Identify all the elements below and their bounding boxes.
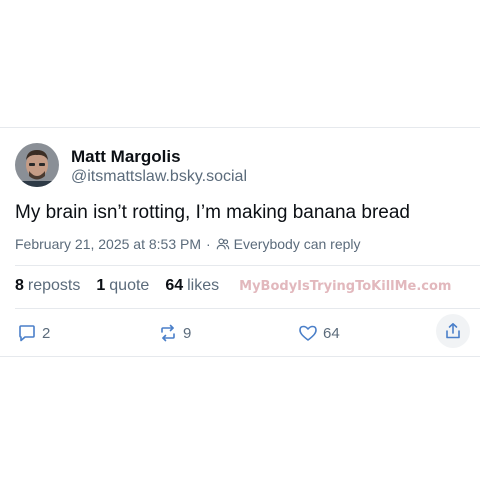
reposts-stat[interactable]: 8 reposts <box>15 277 80 295</box>
quotes-label: quote <box>109 277 150 294</box>
reply-count: 2 <box>42 324 51 342</box>
divider <box>15 308 480 309</box>
post-meta: February 21, 2025 at 8:53 PM · Everybody… <box>15 236 361 252</box>
profile-photo <box>15 143 59 187</box>
like-button[interactable]: 64 <box>298 318 340 348</box>
share-button[interactable] <box>436 314 470 348</box>
post-date[interactable]: February 21, 2025 at 8:53 PM <box>15 236 201 252</box>
repost-icon <box>161 324 175 342</box>
post-text: My brain isn’t rotting, I’m making banan… <box>15 202 410 223</box>
quotes-count: 1 <box>96 277 106 294</box>
people-icon <box>216 238 229 250</box>
post-stats: 8 reposts 1 quote 64 likes MyBodyIsTryingTo… <box>15 277 451 295</box>
divider <box>15 265 480 266</box>
likes-stat[interactable]: 64 likes <box>165 277 219 295</box>
reply-icon <box>19 325 35 342</box>
author-name[interactable]: Matt Margolis <box>71 147 181 167</box>
quotes-stat[interactable]: 1 quote <box>96 277 149 295</box>
post-card: Matt Margolis @itsmattslaw.bsky.social M… <box>0 127 480 357</box>
repost-button[interactable]: 9 <box>158 318 191 348</box>
reply-button[interactable]: 2 <box>17 318 50 348</box>
action-bar: 2 9 64 <box>15 314 475 348</box>
likes-label: likes <box>187 277 220 294</box>
reposts-label: reposts <box>27 277 81 294</box>
reply-setting: Everybody can reply <box>233 236 361 252</box>
likes-count: 64 <box>165 277 184 294</box>
watermark: MyBodyIsTryingToKillMe.com <box>239 278 452 294</box>
heart-icon <box>299 325 317 341</box>
author-handle[interactable]: @itsmattslaw.bsky.social <box>71 168 247 186</box>
like-count: 64 <box>323 324 340 342</box>
avatar[interactable] <box>15 143 59 187</box>
share-icon <box>446 323 460 339</box>
reposts-count: 8 <box>15 277 24 294</box>
repost-count: 9 <box>183 324 192 342</box>
meta-separator: · <box>206 236 211 252</box>
